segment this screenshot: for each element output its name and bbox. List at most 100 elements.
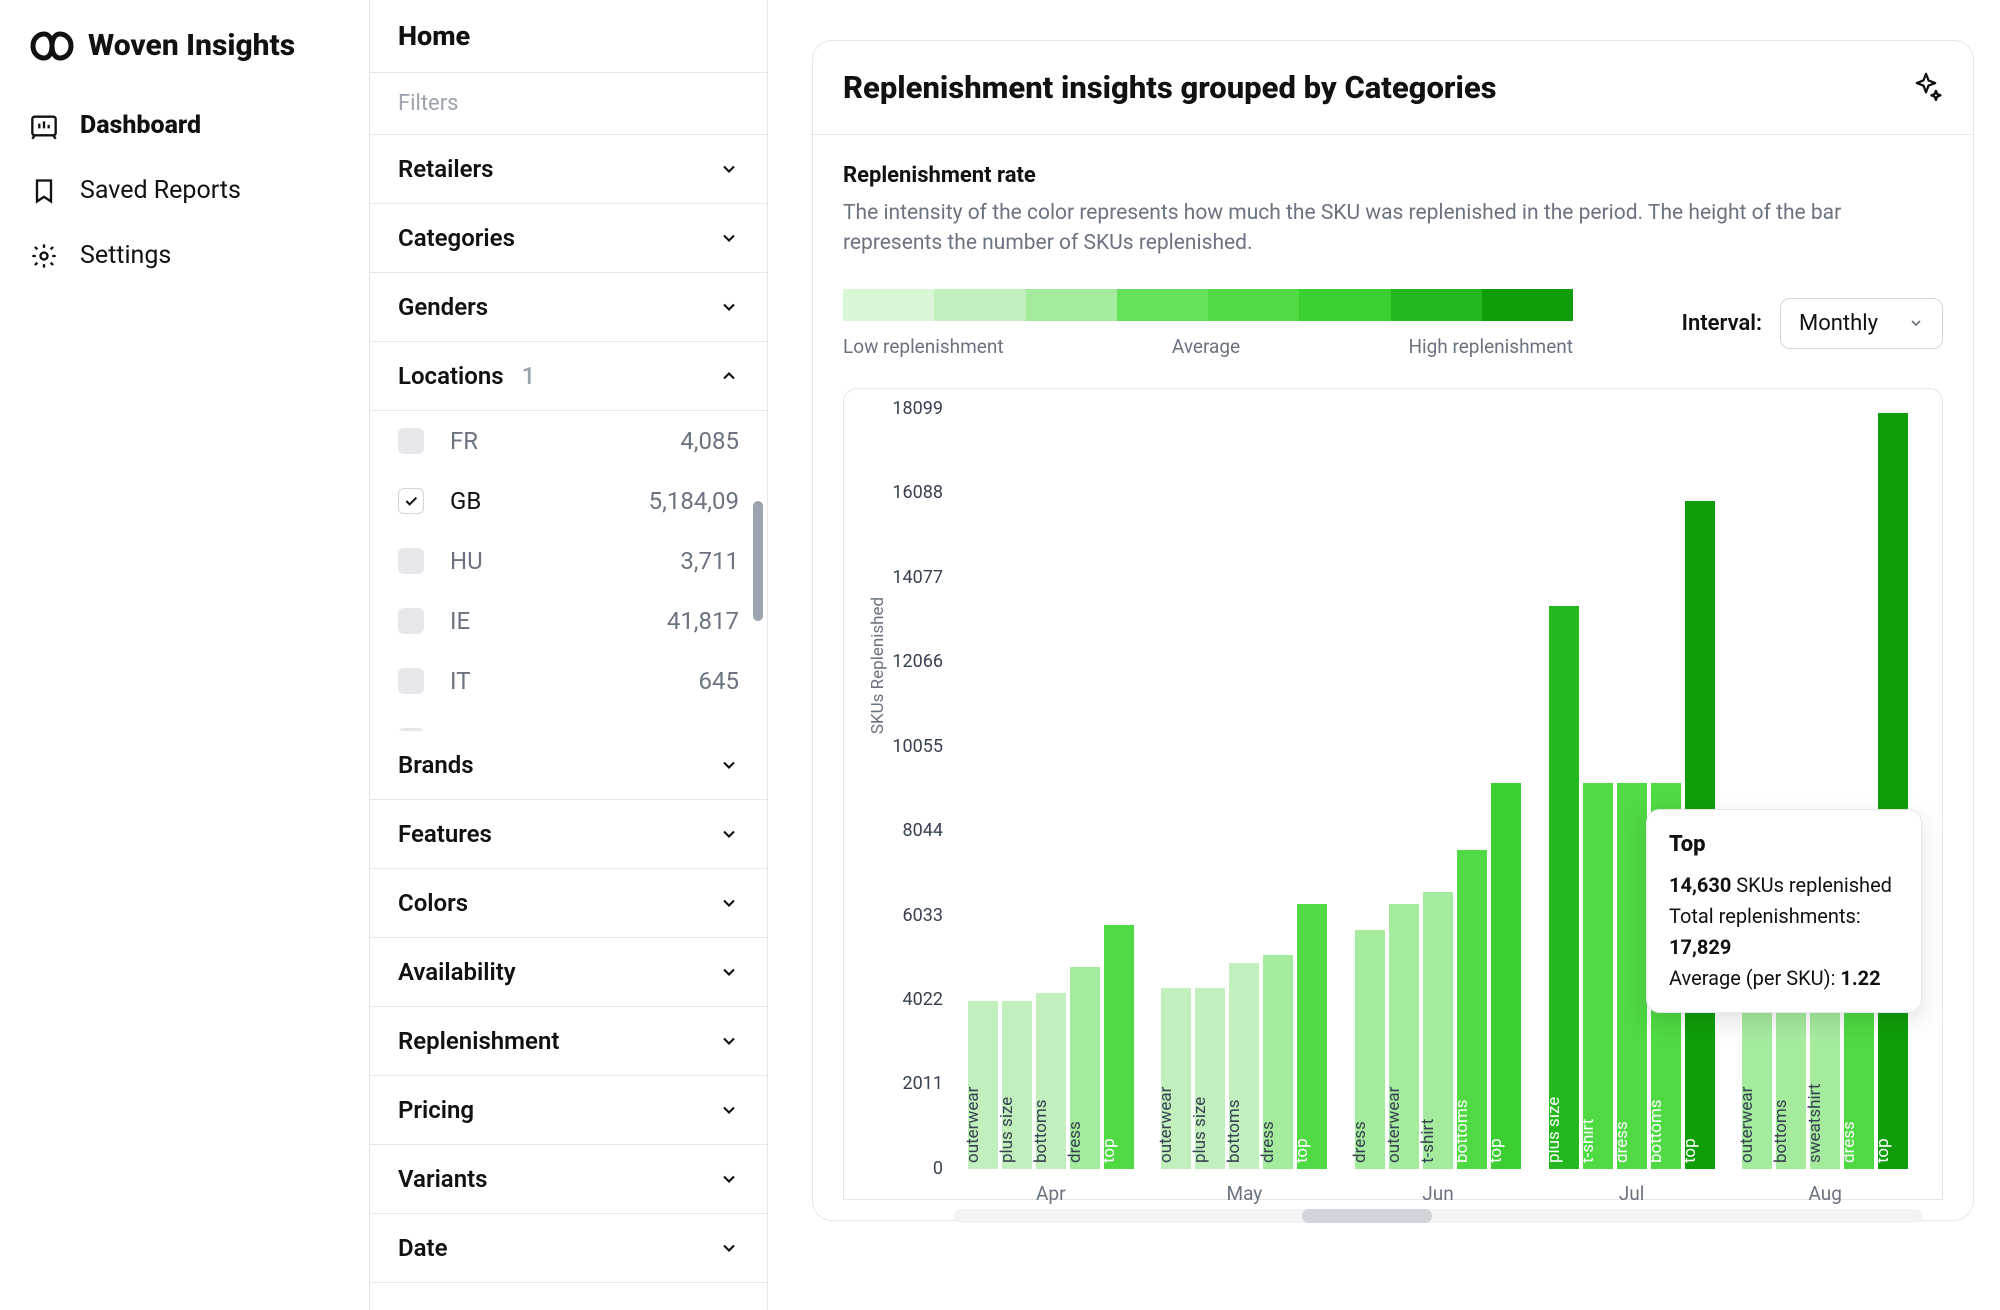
chevron-down-icon xyxy=(1908,315,1924,331)
bar-label: plus size xyxy=(997,1097,1017,1169)
filter-pricing[interactable]: Pricing xyxy=(370,1076,767,1145)
month-group-jun: dressouterweart-shirtbottomstopJun xyxy=(1341,409,1535,1169)
location-count: 4,085 xyxy=(680,427,739,455)
location-item-fr[interactable]: FR 4,085 xyxy=(370,411,767,471)
location-checkbox[interactable] xyxy=(398,428,424,454)
bar-label: top xyxy=(1486,1138,1506,1169)
bar-top[interactable]: top xyxy=(1878,413,1908,1169)
chevron-down-icon xyxy=(719,962,739,982)
horizontal-scrollbar[interactable] xyxy=(954,1209,1922,1223)
scrollbar-thumb[interactable] xyxy=(753,501,763,621)
sparkle-icon[interactable] xyxy=(1909,71,1943,105)
filter-date[interactable]: Date xyxy=(370,1214,767,1283)
bar-plus-size[interactable]: plus size xyxy=(1549,606,1579,1169)
y-tick: 2011 xyxy=(869,1073,943,1094)
bar-label: t-shirt xyxy=(1418,1119,1438,1169)
tooltip-title: Top xyxy=(1669,828,1899,862)
location-checkbox[interactable] xyxy=(398,548,424,574)
bar-dress[interactable]: dress xyxy=(1355,930,1385,1169)
chevron-down-icon xyxy=(719,1031,739,1051)
filter-features[interactable]: Features xyxy=(370,800,767,869)
insights-card: Replenishment insights grouped by Catego… xyxy=(812,40,1974,1221)
y-tick: 16088 xyxy=(869,482,943,503)
location-item-no[interactable]: NO 100,948 xyxy=(370,711,767,731)
filter-categories[interactable]: Categories xyxy=(370,204,767,273)
bar-top[interactable]: top xyxy=(1297,904,1327,1169)
bar-t-shirt[interactable]: t-shirt xyxy=(1423,892,1453,1169)
bar-top[interactable]: top xyxy=(1491,783,1521,1169)
bar-plus-size[interactable]: plus size xyxy=(1195,988,1225,1169)
interval-select[interactable]: Monthly xyxy=(1780,298,1943,349)
filter-replenishment-label: Replenishment xyxy=(398,1027,559,1055)
bar-dress[interactable]: dress xyxy=(1070,967,1100,1169)
y-tick: 10055 xyxy=(869,736,943,757)
ramp-swatch xyxy=(1391,289,1482,321)
left-nav: Woven Insights Dashboard Saved Reports S… xyxy=(0,0,370,1310)
scrollbar-thumb[interactable] xyxy=(1302,1209,1432,1223)
bar-t-shirt[interactable]: t-shirt xyxy=(1583,783,1613,1169)
ramp-swatch xyxy=(1482,289,1573,321)
filter-genders[interactable]: Genders xyxy=(370,273,767,342)
bar-label: bottoms xyxy=(1031,1099,1051,1169)
filter-colors-label: Colors xyxy=(398,889,468,917)
filter-locations[interactable]: Locations 1 xyxy=(370,342,767,411)
location-checkbox[interactable] xyxy=(398,668,424,694)
tooltip-total-value: 17,829 xyxy=(1669,935,1731,959)
filter-date-label: Date xyxy=(398,1234,448,1262)
filter-brands-label: Brands xyxy=(398,751,474,779)
bar-label: dress xyxy=(1258,1121,1278,1169)
filters-heading: Filters xyxy=(370,73,767,135)
bar-label: top xyxy=(1873,1138,1893,1169)
filter-colors[interactable]: Colors xyxy=(370,869,767,938)
filter-availability[interactable]: Availability xyxy=(370,938,767,1007)
ramp-swatch xyxy=(1026,289,1117,321)
chart-tooltip: Top 14,630 SKUs replenished Total replen… xyxy=(1646,809,1922,1013)
y-tick: 4022 xyxy=(869,989,943,1010)
filter-retailers[interactable]: Retailers xyxy=(370,135,767,204)
bar-outerwear[interactable]: outerwear xyxy=(1389,904,1419,1169)
location-item-it[interactable]: IT 645 xyxy=(370,651,767,711)
nav-dashboard[interactable]: Dashboard xyxy=(0,93,369,158)
locations-list: FR 4,085 GB 5,184,09 HU 3,711 IE 41,817 … xyxy=(370,411,767,731)
nav-saved-reports[interactable]: Saved Reports xyxy=(0,158,369,223)
bar-bottoms[interactable]: bottoms xyxy=(1036,993,1066,1169)
bar-label: outerwear xyxy=(1737,1087,1757,1169)
y-tick: 6033 xyxy=(869,905,943,926)
bar-label: dress xyxy=(1612,1121,1632,1169)
location-item-hu[interactable]: HU 3,711 xyxy=(370,531,767,591)
bar-label: dress xyxy=(1350,1121,1370,1169)
location-checkbox[interactable] xyxy=(398,608,424,634)
bar-label: plus size xyxy=(1190,1097,1210,1169)
month-label: May xyxy=(1148,1182,1342,1205)
bar-label: bottoms xyxy=(1771,1099,1791,1169)
bar-top[interactable]: top xyxy=(1104,925,1134,1169)
location-item-gb[interactable]: GB 5,184,09 xyxy=(370,471,767,531)
chevron-down-icon xyxy=(719,1169,739,1189)
filter-locations-count: 1 xyxy=(522,362,536,390)
bar-dress[interactable]: dress xyxy=(1263,955,1293,1169)
location-item-ie[interactable]: IE 41,817 xyxy=(370,591,767,651)
bar-outerwear[interactable]: outerwear xyxy=(968,1001,998,1169)
bar-bottoms[interactable]: bottoms xyxy=(1229,963,1259,1169)
section-description: The intensity of the color represents ho… xyxy=(843,198,1903,259)
legend-high-label: High replenishment xyxy=(1408,335,1573,358)
bar-label: top xyxy=(1680,1138,1700,1169)
month-label: Jun xyxy=(1341,1182,1535,1205)
filter-genders-label: Genders xyxy=(398,293,488,321)
bar-plus-size[interactable]: plus size xyxy=(1002,1001,1032,1169)
y-tick: 0 xyxy=(869,1158,943,1179)
location-checkbox[interactable] xyxy=(398,488,424,514)
legend-low-label: Low replenishment xyxy=(843,335,1004,358)
interval-label: Interval: xyxy=(1682,311,1762,336)
location-checkbox[interactable] xyxy=(398,728,424,731)
nav-settings-label: Settings xyxy=(80,241,171,270)
ramp-swatch xyxy=(934,289,1025,321)
nav-settings[interactable]: Settings xyxy=(0,223,369,288)
bar-bottoms[interactable]: bottoms xyxy=(1457,850,1487,1169)
bar-dress[interactable]: dress xyxy=(1617,783,1647,1169)
filter-variants[interactable]: Variants xyxy=(370,1145,767,1214)
location-count: 5,184,09 xyxy=(649,487,739,515)
filter-brands[interactable]: Brands xyxy=(370,731,767,800)
bar-outerwear[interactable]: outerwear xyxy=(1161,988,1191,1169)
filter-replenishment[interactable]: Replenishment xyxy=(370,1007,767,1076)
